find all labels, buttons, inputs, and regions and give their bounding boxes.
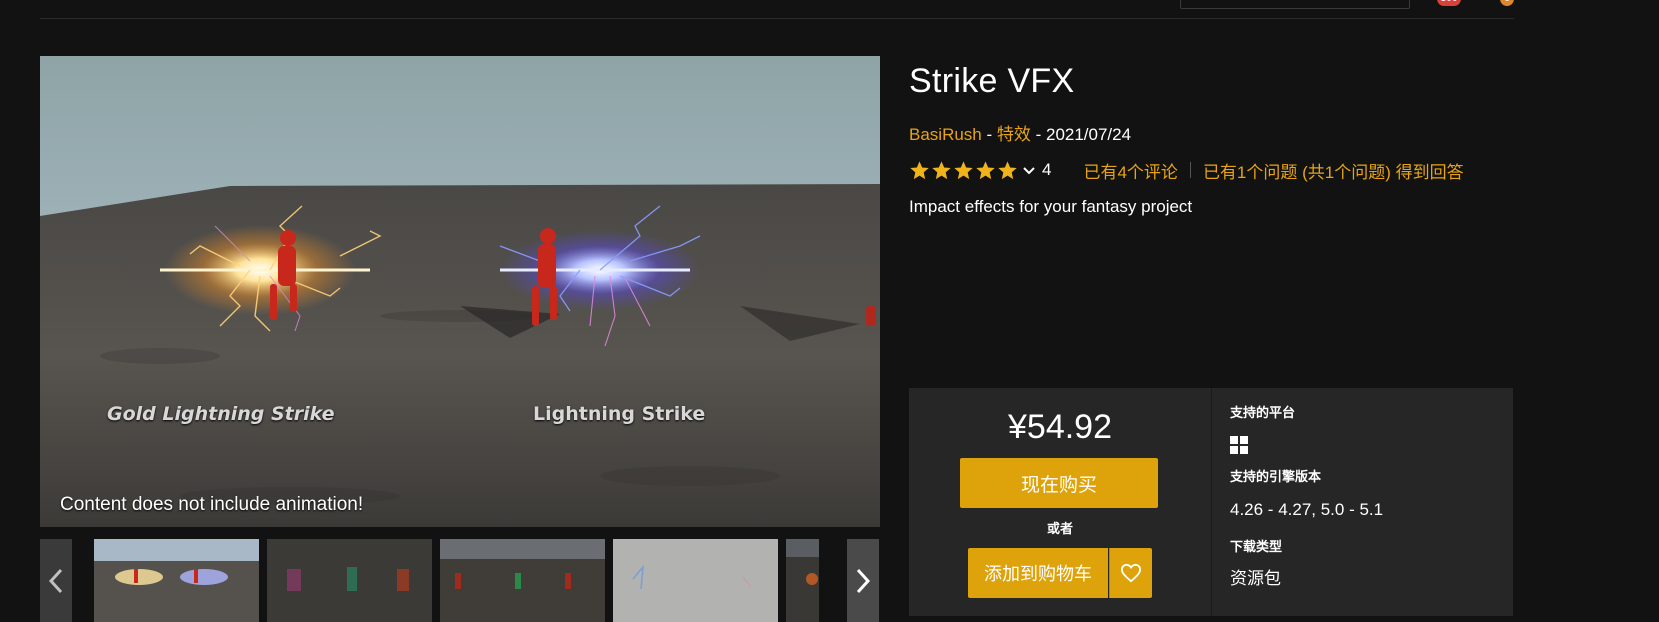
chevron-right-icon: [856, 568, 871, 593]
star-icon: [932, 160, 951, 179]
author-link[interactable]: BasiRush: [909, 125, 982, 144]
header-divider: [40, 18, 1514, 19]
thumbnail-4-image: [613, 539, 778, 622]
notification-count-badge: 6: [1500, 0, 1514, 6]
hero-label-lightning: Lightning Strike: [533, 403, 706, 425]
product-meta: BasiRush - 特效 - 2021/07/24: [909, 120, 1131, 145]
windows-icon: [1230, 436, 1248, 454]
star-icon: [954, 160, 973, 179]
thumbnail-prev-button[interactable]: [40, 539, 72, 622]
release-date: 2021/07/24: [1045, 125, 1132, 144]
thumbnail-3-image: [440, 539, 605, 622]
add-to-cart-button[interactable]: 添加到购物车: [968, 548, 1108, 598]
wishlist-button[interactable]: [1109, 548, 1152, 598]
hero-scene: [40, 56, 880, 527]
chevron-down-icon: [1023, 166, 1035, 174]
search-input[interactable]: [1180, 0, 1410, 9]
reviews-link[interactable]: 已有4个评论: [1083, 158, 1177, 183]
product-description: Impact effects for your fantasy project: [909, 197, 1193, 216]
hero-label-gold-lightning: Gold Lightning Strike: [107, 403, 335, 425]
thumbnail-next-button[interactable]: [847, 539, 879, 622]
thumbnail-1[interactable]: [94, 539, 259, 622]
heart-icon: [1120, 563, 1142, 583]
rating-count: 4: [1042, 160, 1052, 179]
thumbnail-5[interactable]: [786, 539, 819, 622]
thumbnail-1-image: [94, 539, 259, 622]
meta-separator: -: [981, 125, 997, 144]
meta-separator: -: [1030, 125, 1046, 144]
star-icon: [976, 160, 995, 179]
engine-version-label: 支持的引擎版本: [1230, 470, 1322, 485]
cart-count-badge: 100: [1437, 0, 1461, 6]
hero-caption: Content does not include animation!: [60, 494, 364, 515]
star-icon: [998, 160, 1017, 179]
rating-row: 4 已有4个评论 已有1个问题 (共1个问题) 得到回答: [909, 158, 1464, 182]
panel-divider: [1211, 388, 1212, 616]
purchase-panel: ¥54.92 现在购买 或者 添加到购物车 支持的平台 支持的引擎版本 4.26…: [909, 388, 1513, 616]
product-title: Strike VFX: [909, 62, 1075, 100]
or-label: 或者: [1046, 522, 1073, 537]
download-type-label: 下载类型: [1230, 540, 1283, 555]
download-type-value: 资源包: [1230, 569, 1281, 588]
thumbnail-5-image: [786, 539, 819, 622]
price: ¥54.92: [1008, 408, 1112, 446]
category-link[interactable]: 特效: [997, 125, 1031, 144]
rating-stars[interactable]: [909, 160, 1036, 181]
chevron-left-icon: [48, 568, 63, 593]
thumbnail-2-image: [267, 539, 432, 622]
star-icon: [910, 160, 929, 179]
rating-divider: [1189, 162, 1191, 178]
thumbnail-4[interactable]: [613, 539, 778, 622]
thumbnail-3[interactable]: [440, 539, 605, 622]
buy-now-button[interactable]: 现在购买: [960, 458, 1158, 508]
platforms-label: 支持的平台: [1230, 406, 1296, 421]
questions-link[interactable]: 已有1个问题 (共1个问题) 得到回答: [1203, 158, 1464, 183]
engine-version-value: 4.26 - 4.27, 5.0 - 5.1: [1230, 500, 1384, 519]
product-main-image[interactable]: Gold Lightning Strike Lightning Strike C…: [40, 56, 880, 527]
thumbnail-2[interactable]: [267, 539, 432, 622]
